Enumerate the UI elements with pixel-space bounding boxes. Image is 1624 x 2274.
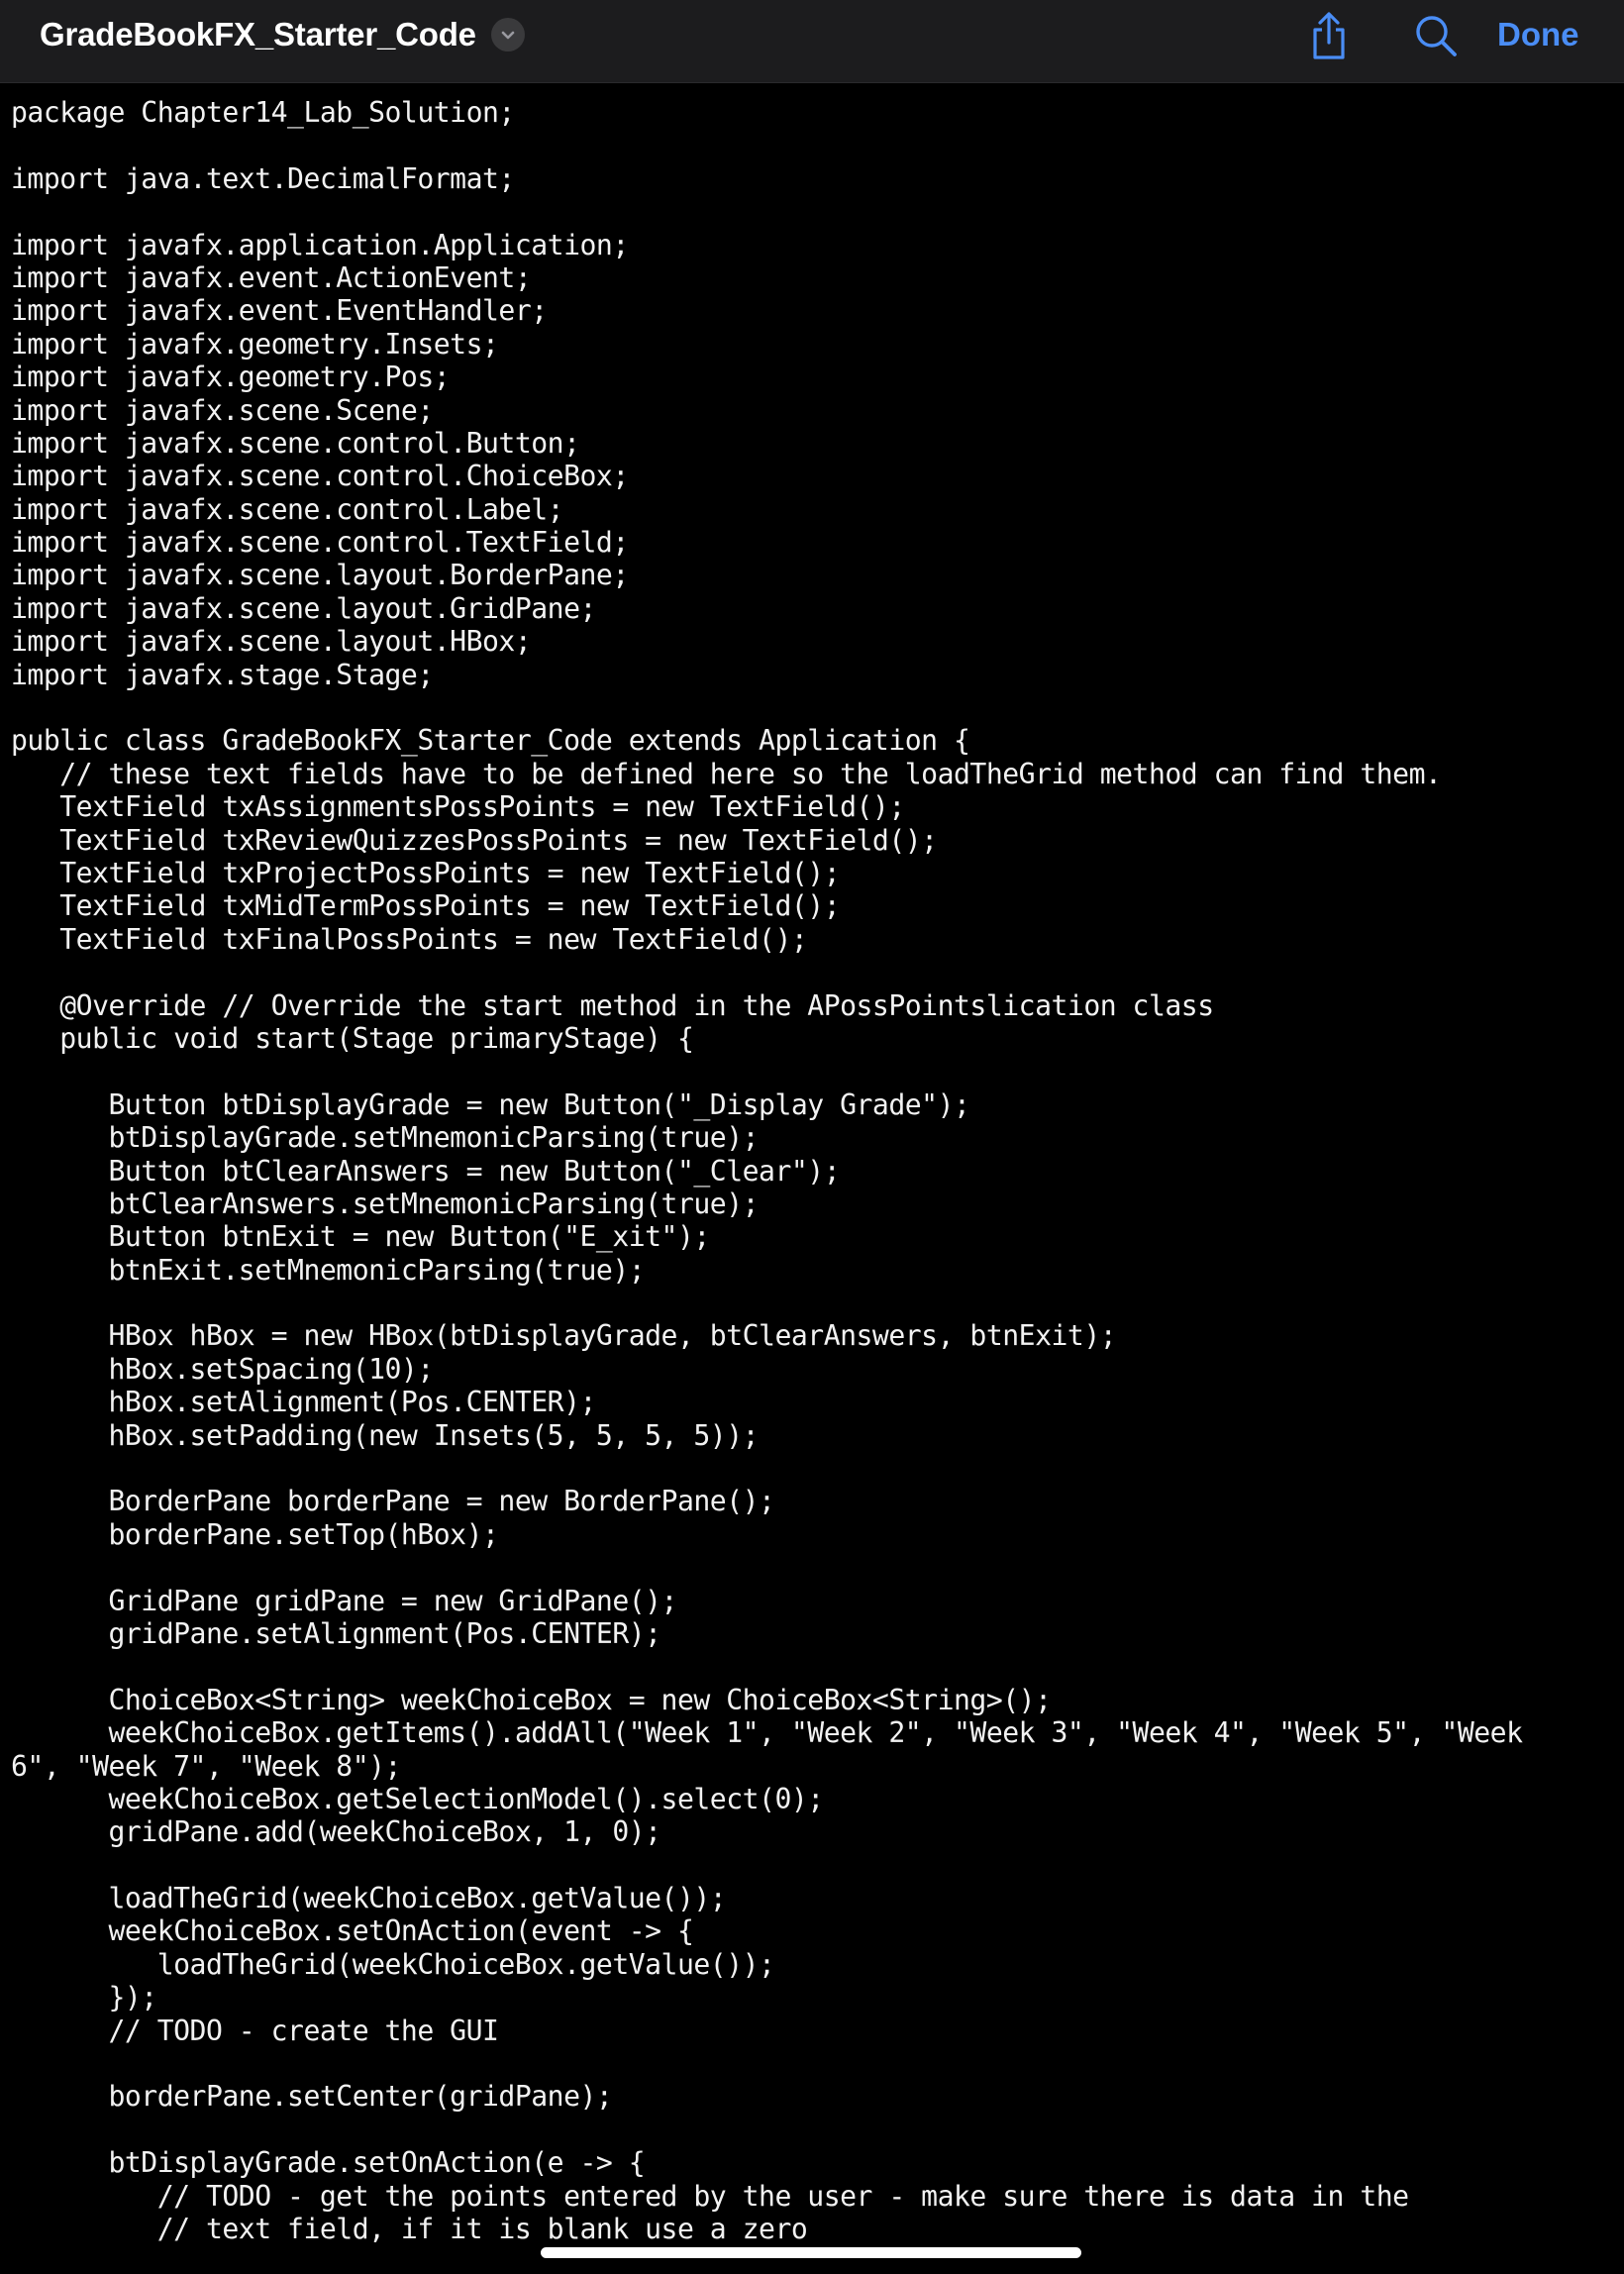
code-line: import javafx.scene.layout.HBox; (11, 625, 532, 659)
navigation-bar: GradeBookFX_Starter_Code Done (0, 0, 1624, 83)
code-line: import javafx.application.Application; (11, 228, 629, 261)
code-line: TextField txAssignmentsPossPoints = new … (11, 790, 905, 824)
code-line: import javafx.scene.control.TextField; (11, 526, 629, 560)
code-line: import javafx.scene.control.ChoiceBox; (11, 460, 629, 493)
code-line: package Chapter14_Lab_Solution; (11, 96, 515, 129)
code-line: // TODO - create the GUI (11, 2014, 499, 2047)
code-line: // these text fields have to be defined … (11, 757, 1442, 790)
code-line: weekChoiceBox.setOnAction(event -> { (11, 1914, 694, 1948)
code-line: }); (11, 1981, 157, 2015)
code-line: // text field, if it is blank use a zero (11, 2213, 808, 2245)
code-line: borderPane.setCenter(gridPane); (11, 2080, 613, 2114)
code-line: btnExit.setMnemonicParsing(true); (11, 1253, 646, 1287)
code-line: borderPane.setTop(hBox); (11, 1517, 499, 1551)
code-line: loadTheGrid(weekChoiceBox.getValue()); (11, 1947, 775, 1981)
code-line: import javafx.event.EventHandler; (11, 294, 548, 328)
code-line: Button btDisplayGrade = new Button("_Dis… (11, 1087, 970, 1121)
code-line: // TODO - get the points entered by the … (11, 2179, 1409, 2213)
code-line: HBox hBox = new HBox(btDisplayGrade, btC… (11, 1319, 1117, 1353)
chevron-down-icon[interactable] (490, 18, 525, 52)
code-line: public void start(Stage primaryStage) { (11, 1021, 694, 1055)
code-line: import javafx.scene.layout.BorderPane; (11, 559, 629, 592)
code-line: import javafx.stage.Stage; (11, 658, 434, 691)
code-line: hBox.setPadding(new Insets(5, 5, 5, 5)); (11, 1418, 760, 1452)
code-line: public class GradeBookFX_Starter_Code ex… (11, 724, 970, 758)
code-line: import javafx.scene.Scene; (11, 393, 434, 427)
code-line: hBox.setSpacing(10); (11, 1352, 434, 1386)
code-line: Button btnExit = new Button("E_xit"); (11, 1220, 710, 1254)
code-line: btDisplayGrade.setOnAction(e -> { (11, 2146, 646, 2180)
code-line: TextField txProjectPossPoints = new Text… (11, 856, 841, 889)
code-line: import javafx.scene.layout.GridPane; (11, 591, 596, 625)
code-line: btClearAnswers.setMnemonicParsing(true); (11, 1187, 760, 1220)
code-line: Button btClearAnswers = new Button("_Cle… (11, 1154, 841, 1188)
code-line: @Override // Override the start method i… (11, 988, 1214, 1022)
search-icon (1416, 16, 1457, 56)
search-button[interactable] (1408, 8, 1464, 63)
document-title-menu[interactable]: GradeBookFX_Starter_Code (40, 12, 525, 57)
home-indicator[interactable] (541, 2247, 1081, 2258)
code-line: import javafx.scene.control.Button; (11, 426, 580, 460)
share-button[interactable] (1301, 8, 1357, 63)
code-line: gridPane.setAlignment(Pos.CENTER); (11, 1616, 661, 1650)
document-title: GradeBookFX_Starter_Code (40, 16, 476, 52)
code-line: import javafx.event.ActionEvent; (11, 260, 532, 294)
share-icon (1313, 12, 1345, 59)
code-line: BorderPane borderPane = new BorderPane()… (11, 1485, 775, 1518)
code-line: TextField txReviewQuizzesPossPoints = ne… (11, 823, 938, 857)
code-line: gridPane.add(weekChoiceBox, 1, 0); (11, 1815, 661, 1849)
code-line: btDisplayGrade.setMnemonicParsing(true); (11, 1121, 760, 1155)
code-line: hBox.setAlignment(Pos.CENTER); (11, 1386, 596, 1419)
code-line: TextField txMidTermPossPoints = new Text… (11, 889, 841, 923)
code-line: GridPane gridPane = new GridPane(); (11, 1584, 677, 1617)
code-line: import javafx.geometry.Insets; (11, 327, 499, 361)
code-line: import javafx.geometry.Pos; (11, 361, 451, 394)
code-line: import javafx.scene.control.Label; (11, 492, 564, 526)
code-line: loadTheGrid(weekChoiceBox.getValue()); (11, 1882, 727, 1915)
code-line: import java.text.DecimalFormat; (11, 161, 515, 195)
code-view[interactable]: package Chapter14_Lab_Solution;import ja… (11, 96, 1617, 2274)
code-line: ChoiceBox<String> weekChoiceBox = new Ch… (11, 1683, 1052, 1716)
code-line: 6", "Week 7", "Week 8"); (11, 1749, 401, 1783)
code-line: weekChoiceBox.getItems().addAll("Week 1"… (11, 1716, 1523, 1750)
code-line: weekChoiceBox.getSelectionModel().select… (11, 1782, 824, 1815)
done-button[interactable]: Done (1497, 12, 1579, 57)
code-line: TextField txFinalPossPoints = new TextFi… (11, 922, 808, 956)
